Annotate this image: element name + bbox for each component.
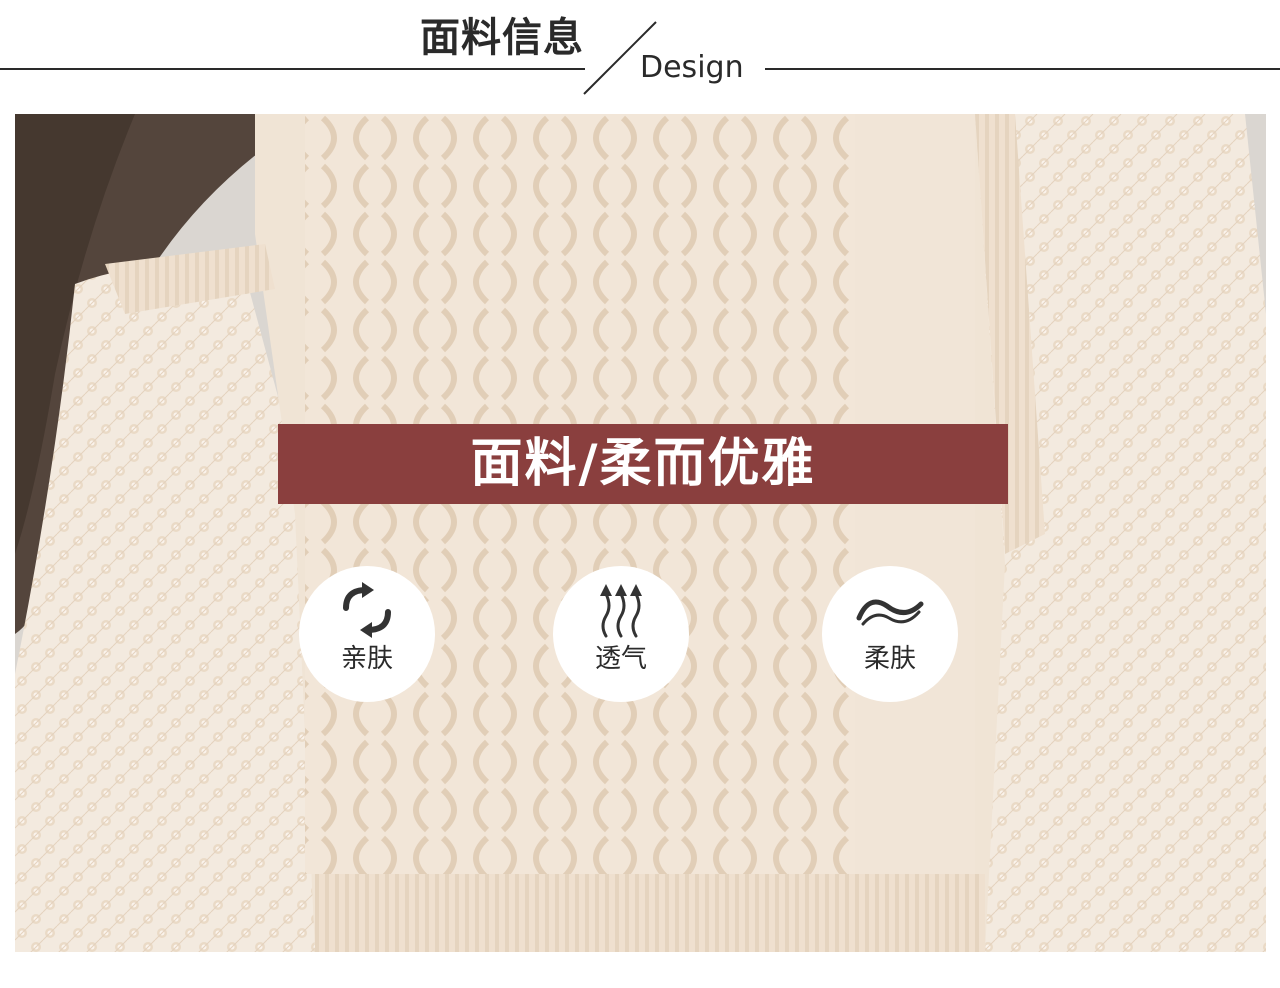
feature-label: 亲肤: [340, 644, 393, 674]
section-header: 面料信息 Design: [0, 0, 1280, 110]
refresh-arrows-icon: [343, 582, 391, 638]
fabric-banner: 面料/柔而优雅: [278, 424, 1008, 504]
soft-wave-icon: [856, 599, 924, 626]
breathable-arrows-icon: [600, 584, 642, 638]
header-rule-right: [765, 68, 1280, 70]
feature-label: 透气: [594, 644, 647, 674]
knit-sweater-image: [15, 114, 1266, 952]
fabric-photo: [15, 114, 1266, 952]
banner-text: 面料/柔而优雅: [470, 434, 816, 494]
section-title: 面料信息: [420, 15, 584, 61]
header-rule-left: [0, 68, 585, 70]
feature-badge-breathable: 透气: [553, 566, 689, 702]
feature-badge-soft: 柔肤: [822, 566, 958, 702]
feature-badge-skin-friendly: 亲肤: [299, 566, 435, 702]
feature-label: 柔肤: [863, 644, 916, 674]
section-subtitle: Design: [640, 50, 744, 85]
